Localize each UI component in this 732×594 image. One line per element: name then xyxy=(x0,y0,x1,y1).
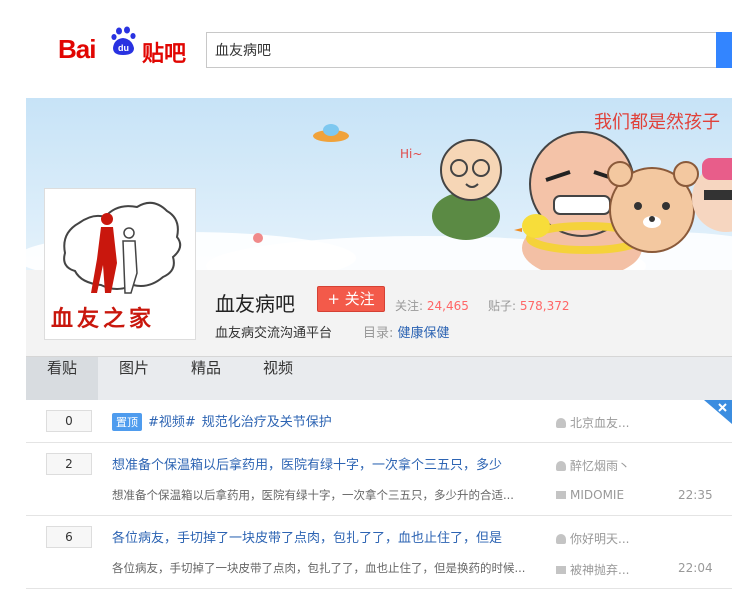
logo-tieba-text: 贴吧 xyxy=(142,42,187,67)
baidu-tieba-logo[interactable]: Bai du 贴吧 xyxy=(58,24,190,68)
thread-title[interactable]: 各位病友，手切掉了一块皮带了点肉，包扎了了，血也止住了，但是 xyxy=(112,527,502,546)
post-count-label: 贴子: xyxy=(488,299,517,313)
user-icon xyxy=(556,534,566,544)
follow-count-value: 24,465 xyxy=(426,299,469,313)
reply-count: 0 xyxy=(46,410,92,432)
thread-author[interactable]: 北京血友... xyxy=(556,414,629,431)
banner-hi-text: Hi~ xyxy=(400,147,422,161)
follow-count-label: 关注: xyxy=(395,299,424,313)
last-reply-user[interactable]: MIDOMIE xyxy=(556,488,624,502)
post-count: 贴子: 578,372 xyxy=(488,297,570,314)
ufo-icon xyxy=(313,124,349,142)
author-name[interactable]: 北京血友... xyxy=(570,416,629,430)
forum-directory: 目录: 健康保健 xyxy=(363,322,450,341)
thread-title-line: 置顶 #视频# 规范化治疗及关节保护 xyxy=(112,411,332,431)
last-reply-user[interactable]: 被神抛弃... xyxy=(556,561,629,578)
thread-title[interactable]: 规范化治疗及关节保护 xyxy=(202,415,332,430)
last-reply-time: 22:04 xyxy=(678,561,713,575)
tab-posts[interactable]: 看贴 xyxy=(26,357,98,401)
user-icon xyxy=(556,418,566,428)
banner-slogan: 我们都是然孩子 xyxy=(594,112,720,133)
directory-link[interactable]: 健康保健 xyxy=(398,326,450,341)
thread-title[interactable]: 想准备个保温箱以后拿药用，医院有绿十字，一次拿个三五只，多少 xyxy=(112,454,502,473)
last-reply-time: 22:35 xyxy=(678,488,713,502)
thread-list: 0 置顶 #视频# 规范化治疗及关节保护 北京血友... 2 想准备个保温箱以后拿药… xyxy=(26,400,732,594)
reply-count: 6 xyxy=(46,526,92,548)
logo-du-text: du xyxy=(118,43,129,53)
user-icon xyxy=(556,461,566,471)
author-name[interactable]: 醉忆烟雨丶 xyxy=(570,459,630,473)
search-input[interactable] xyxy=(207,33,703,67)
reply-count: 2 xyxy=(46,453,92,475)
forum-avatar[interactable]: 血友之家 xyxy=(44,188,196,340)
close-corner-icon[interactable] xyxy=(704,400,732,424)
logo-bai-text: Bai xyxy=(58,34,96,64)
avatar-caption: 血友之家 xyxy=(51,306,156,332)
thread-abstract: 想准备个保温箱以后拿药用，医院有绿十字，一次拿个三五只，多少升的合适... xyxy=(112,488,514,502)
tab-videos[interactable]: 视频 xyxy=(242,357,314,401)
tab-featured[interactable]: 精品 xyxy=(170,357,242,401)
last-reply-name[interactable]: MIDOMIE xyxy=(570,488,624,502)
follow-button[interactable]: + 关注 xyxy=(317,286,385,312)
thread-row[interactable]: 2 想准备个保温箱以后拿药用，医院有绿十字，一次拿个三五只，多少 醉忆烟雨丶 想… xyxy=(26,443,732,516)
author-name[interactable]: 你好明天... xyxy=(570,532,629,546)
thread-row[interactable]: 0 置顶 #视频# 规范化治疗及关节保护 北京血友... xyxy=(26,400,732,443)
search-box[interactable] xyxy=(206,32,718,68)
forum-slogan: 血友病交流沟通平台 xyxy=(215,326,333,341)
thread-author[interactable]: 你好明天... xyxy=(556,530,629,547)
thread-abstract: 各位病友，手切掉了一块皮带了点肉，包扎了了，血也止住了，但是换药的时候... xyxy=(112,561,526,575)
china-map-icon xyxy=(63,201,182,294)
video-tag[interactable]: #视频# xyxy=(148,415,196,430)
thread-author[interactable]: 醉忆烟雨丶 xyxy=(556,457,630,474)
forum-name[interactable]: 血友病吧 xyxy=(215,288,295,317)
last-reply-name[interactable]: 被神抛弃... xyxy=(570,563,629,577)
paw-icon: du xyxy=(111,26,136,55)
cartoon-boy-character xyxy=(432,139,502,240)
search-button[interactable] xyxy=(716,32,732,68)
directory-label: 目录: xyxy=(363,326,394,341)
thread-row[interactable]: 6 各位病友，手切掉了一块皮带了点肉，包扎了了，血也止住了，但是 你好明天...… xyxy=(26,516,732,589)
follow-count: 关注: 24,465 xyxy=(395,297,469,314)
tab-images[interactable]: 图片 xyxy=(98,357,170,401)
post-count-value: 578,372 xyxy=(519,299,570,313)
pinned-badge: 置顶 xyxy=(112,413,142,431)
comment-icon xyxy=(556,491,566,499)
top-bar: Bai du 贴吧 xyxy=(0,0,732,98)
comment-icon xyxy=(556,566,566,574)
forum-tabs: 看贴 图片 精品 视频 xyxy=(26,356,732,401)
